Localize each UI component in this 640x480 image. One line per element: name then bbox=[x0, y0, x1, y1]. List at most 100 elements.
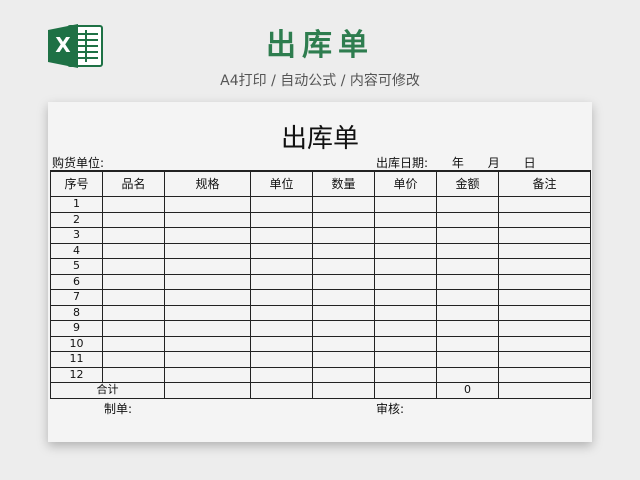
table-cell[interactable] bbox=[102, 351, 165, 368]
table-cell[interactable] bbox=[250, 351, 313, 368]
table-cell[interactable] bbox=[312, 211, 375, 228]
table-cell[interactable] bbox=[164, 366, 251, 383]
table-cell[interactable] bbox=[250, 242, 313, 259]
table-cell[interactable] bbox=[102, 242, 165, 259]
table-cell[interactable] bbox=[164, 304, 251, 321]
table-cell[interactable] bbox=[498, 382, 591, 399]
table-cell[interactable] bbox=[374, 289, 437, 306]
table-cell[interactable] bbox=[312, 366, 375, 383]
table-cell[interactable] bbox=[374, 304, 437, 321]
table-cell[interactable] bbox=[374, 382, 437, 399]
table-cell[interactable] bbox=[102, 258, 165, 275]
table-cell[interactable] bbox=[164, 273, 251, 290]
table-cell[interactable] bbox=[312, 304, 375, 321]
table-cell[interactable] bbox=[498, 227, 591, 244]
table-cell[interactable] bbox=[312, 242, 375, 259]
table-cell[interactable] bbox=[498, 242, 591, 259]
table-cell[interactable] bbox=[250, 335, 313, 352]
table-cell[interactable] bbox=[164, 351, 251, 368]
table-cell[interactable] bbox=[250, 196, 313, 213]
table-cell[interactable] bbox=[250, 211, 313, 228]
table-cell[interactable] bbox=[436, 335, 499, 352]
table-cell[interactable] bbox=[312, 335, 375, 352]
table-cell[interactable] bbox=[312, 382, 375, 399]
table-cell[interactable] bbox=[374, 320, 437, 337]
maker-label: 制单: bbox=[104, 402, 133, 416]
table-cell[interactable] bbox=[436, 211, 499, 228]
table-cell[interactable] bbox=[312, 289, 375, 306]
table-cell[interactable] bbox=[164, 227, 251, 244]
table-row: 6 bbox=[50, 273, 591, 290]
table-cell[interactable] bbox=[312, 258, 375, 275]
table-cell[interactable] bbox=[374, 258, 437, 275]
column-header: 品名 bbox=[102, 170, 165, 197]
table-cell[interactable] bbox=[250, 273, 313, 290]
table-row: 2 bbox=[50, 211, 591, 228]
table-cell[interactable] bbox=[102, 196, 165, 213]
table-cell[interactable] bbox=[436, 242, 499, 259]
table-cell[interactable] bbox=[436, 273, 499, 290]
table-cell[interactable] bbox=[250, 382, 313, 399]
table-cell[interactable] bbox=[312, 273, 375, 290]
table-cell[interactable] bbox=[498, 366, 591, 383]
column-header: 金额 bbox=[436, 170, 499, 197]
table-cell[interactable] bbox=[436, 320, 499, 337]
table-cell[interactable] bbox=[102, 289, 165, 306]
table-cell[interactable] bbox=[102, 211, 165, 228]
table-cell[interactable] bbox=[436, 258, 499, 275]
table-cell[interactable] bbox=[498, 335, 591, 352]
table-cell[interactable] bbox=[164, 258, 251, 275]
table-cell[interactable] bbox=[374, 211, 437, 228]
table-cell[interactable] bbox=[102, 227, 165, 244]
table-cell[interactable] bbox=[436, 289, 499, 306]
day-label: 日 bbox=[523, 156, 536, 170]
table-cell[interactable] bbox=[164, 382, 251, 399]
table-cell[interactable] bbox=[164, 335, 251, 352]
table-cell[interactable] bbox=[374, 227, 437, 244]
table-cell[interactable] bbox=[498, 273, 591, 290]
table-cell[interactable] bbox=[498, 211, 591, 228]
column-header: 单价 bbox=[374, 170, 437, 197]
table-cell[interactable] bbox=[498, 196, 591, 213]
table-cell[interactable] bbox=[164, 211, 251, 228]
table-cell[interactable] bbox=[436, 196, 499, 213]
table-cell[interactable] bbox=[374, 196, 437, 213]
table-cell[interactable] bbox=[102, 366, 165, 383]
table-cell[interactable] bbox=[312, 351, 375, 368]
table-cell[interactable] bbox=[436, 351, 499, 368]
table-cell[interactable] bbox=[250, 366, 313, 383]
table-cell[interactable] bbox=[436, 227, 499, 244]
table-cell[interactable] bbox=[498, 320, 591, 337]
table-cell[interactable] bbox=[250, 227, 313, 244]
table-cell[interactable] bbox=[436, 304, 499, 321]
table-cell[interactable] bbox=[498, 258, 591, 275]
table-cell[interactable] bbox=[164, 320, 251, 337]
table-cell[interactable] bbox=[250, 289, 313, 306]
table-cell[interactable] bbox=[250, 258, 313, 275]
row-number: 5 bbox=[50, 258, 103, 275]
table-cell[interactable] bbox=[374, 335, 437, 352]
table-cell[interactable] bbox=[498, 304, 591, 321]
table-cell[interactable] bbox=[374, 366, 437, 383]
table-cell[interactable] bbox=[164, 196, 251, 213]
table-cell[interactable] bbox=[436, 366, 499, 383]
table-cell[interactable] bbox=[374, 351, 437, 368]
table-cell[interactable] bbox=[312, 320, 375, 337]
row-number: 11 bbox=[50, 351, 103, 368]
table-cell[interactable] bbox=[102, 273, 165, 290]
table-cell[interactable] bbox=[498, 289, 591, 306]
table-cell[interactable] bbox=[102, 304, 165, 321]
table-cell[interactable] bbox=[374, 242, 437, 259]
table-cell[interactable] bbox=[312, 196, 375, 213]
table-cell[interactable] bbox=[102, 320, 165, 337]
table-cell[interactable] bbox=[164, 289, 251, 306]
table-cell[interactable] bbox=[102, 335, 165, 352]
table-cell[interactable] bbox=[164, 242, 251, 259]
table-cell[interactable] bbox=[312, 227, 375, 244]
table-cell[interactable] bbox=[374, 273, 437, 290]
table-cell[interactable] bbox=[250, 304, 313, 321]
total-amount[interactable]: 0 bbox=[436, 382, 499, 399]
table-row: 1 bbox=[50, 196, 591, 213]
table-cell[interactable] bbox=[498, 351, 591, 368]
table-cell[interactable] bbox=[250, 320, 313, 337]
